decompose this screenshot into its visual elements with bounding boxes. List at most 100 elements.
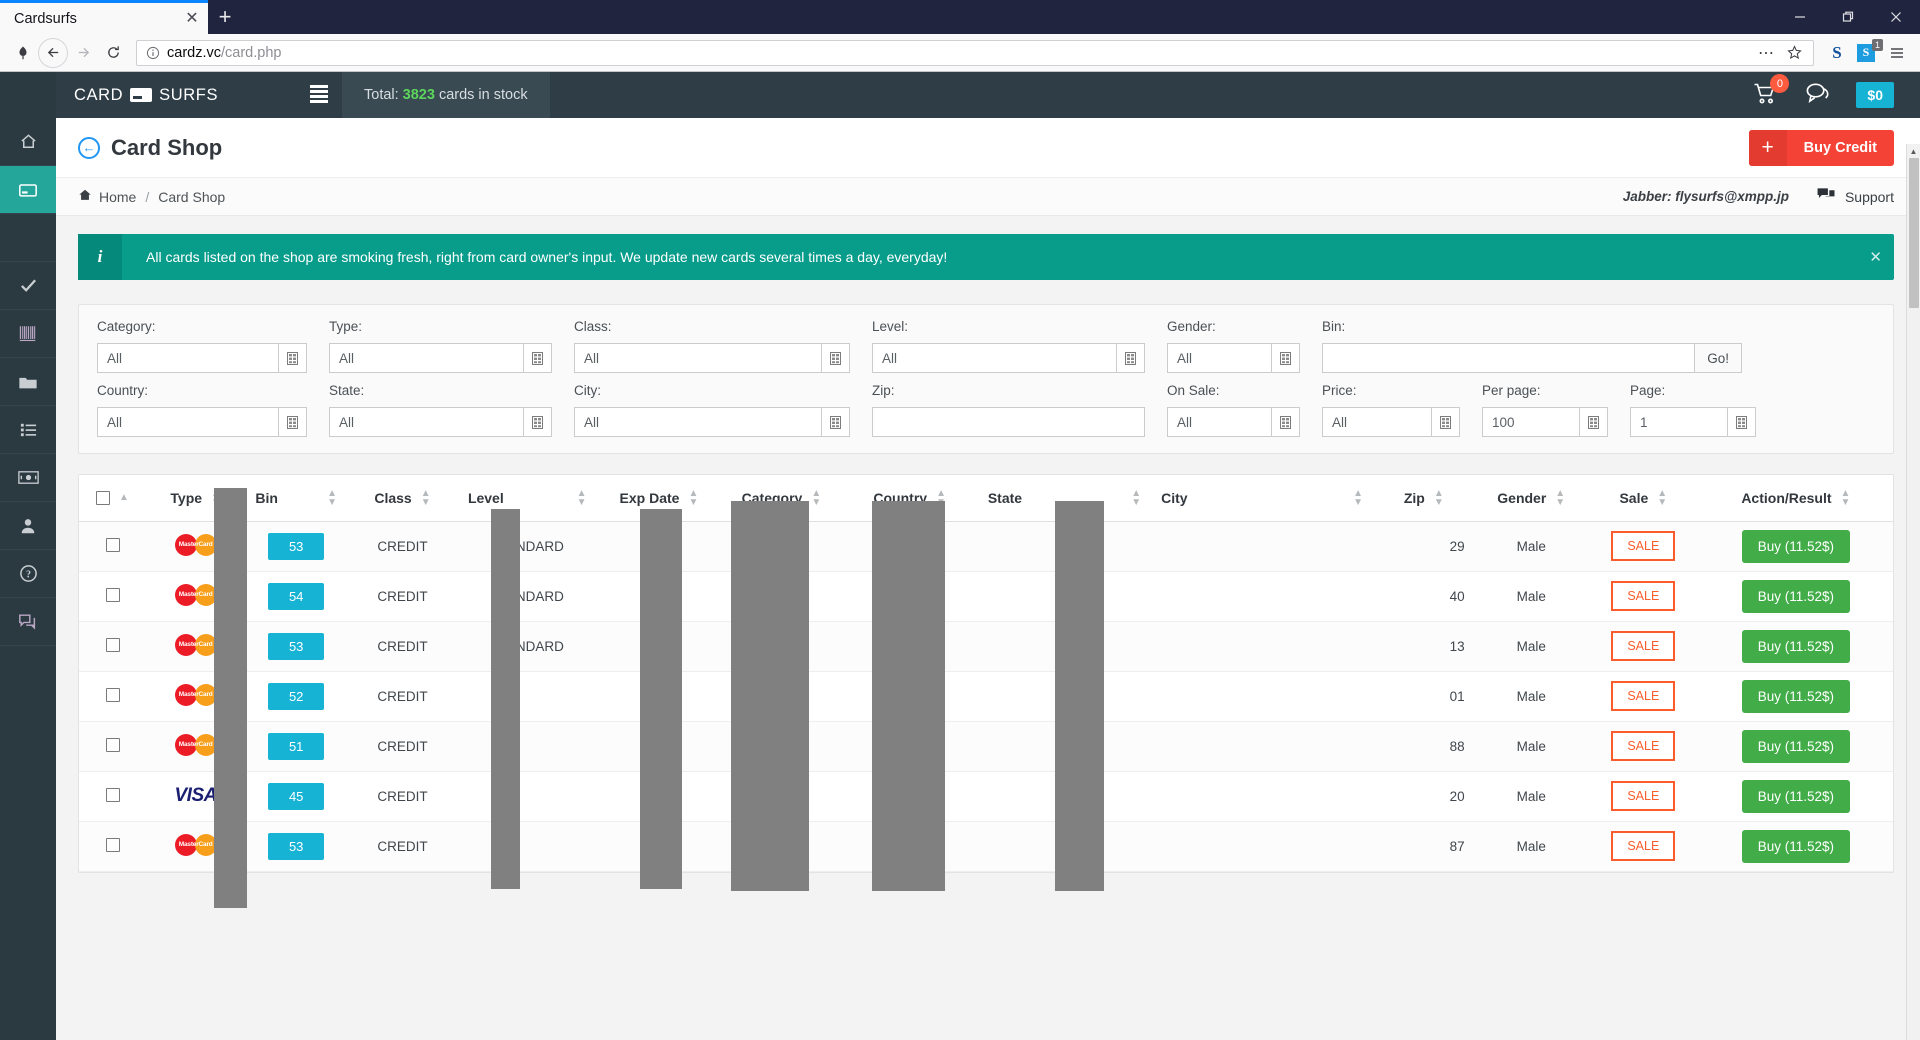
th-class[interactable]: Class▲▼ [347, 475, 458, 521]
filter-bin-input[interactable] [1322, 343, 1695, 373]
th-type[interactable]: Type▲▼ [146, 475, 245, 521]
sidebar-item-checker[interactable] [0, 262, 56, 310]
buy-button[interactable]: Buy (11.52$) [1742, 780, 1850, 813]
row-select-cell[interactable] [79, 671, 146, 721]
sidebar-item-account[interactable] [0, 502, 56, 550]
select-all-checkbox[interactable] [96, 491, 110, 505]
row-select-cell[interactable] [79, 721, 146, 771]
browser-reload-button[interactable] [98, 38, 128, 68]
cell-action[interactable]: Buy (11.52$) [1699, 671, 1893, 721]
sidebar-item-dumps[interactable] [0, 358, 56, 406]
th-city[interactable]: City▲▼ [1151, 475, 1373, 521]
th-country[interactable]: Country▲▼ [842, 475, 978, 521]
shopping-cart-icon[interactable]: 0 [1753, 82, 1779, 108]
th-gender[interactable]: Gender▲▼ [1475, 475, 1588, 521]
buy-credit-button[interactable]: + Buy Credit [1749, 130, 1894, 166]
th-action[interactable]: Action/Result▲▼ [1699, 475, 1893, 521]
row-checkbox[interactable] [106, 788, 120, 802]
th-select-all[interactable]: ▲ [79, 475, 146, 521]
sidebar-item-cards[interactable] [0, 166, 56, 214]
filter-state-input[interactable]: All [329, 407, 524, 437]
cell-action[interactable]: Buy (11.52$) [1699, 571, 1893, 621]
filter-gender-dropdown-icon[interactable] [1272, 343, 1300, 373]
filter-page-input[interactable]: 1 [1630, 407, 1728, 437]
back-arrow-circle-icon[interactable]: ← [78, 137, 100, 159]
window-close-icon[interactable] [1872, 0, 1920, 34]
th-state[interactable]: State▲▼ [978, 475, 1151, 521]
filter-perpage-input[interactable]: 100 [1482, 407, 1580, 437]
table-row[interactable]: MasterCard53CREDIT08/20CVV87MaleSALEBuy … [79, 821, 1893, 871]
th-sale[interactable]: Sale▲▼ [1588, 475, 1699, 521]
extension-s-icon[interactable]: S [1822, 38, 1852, 68]
filter-class-input[interactable]: All [574, 343, 822, 373]
row-checkbox[interactable] [106, 688, 120, 702]
sort-arrows-icon[interactable]: ▲▼ [688, 489, 698, 507]
bookmark-star-icon[interactable] [1781, 40, 1807, 66]
app-brand[interactable]: CARD SURFS [56, 86, 296, 105]
filter-zip-input[interactable] [872, 407, 1145, 437]
scroll-up-arrow-icon[interactable]: ▲ [1907, 144, 1920, 158]
filter-category-dropdown-icon[interactable] [279, 343, 307, 373]
sidebar-item-billing[interactable] [0, 454, 56, 502]
sort-arrows-icon[interactable]: ▲▼ [421, 489, 431, 507]
browser-menu-icon[interactable] [1882, 38, 1912, 68]
scrollbar-thumb[interactable] [1909, 158, 1919, 308]
page-actions-ellipsis-icon[interactable]: ⋯ [1753, 40, 1779, 66]
filter-level-dropdown-icon[interactable] [1117, 343, 1145, 373]
filter-country-input[interactable]: All [97, 407, 279, 437]
chat-bubbles-icon[interactable] [1805, 82, 1830, 109]
th-level[interactable]: Level▲▼ [458, 475, 597, 521]
row-select-cell[interactable] [79, 521, 146, 571]
buy-button[interactable]: Buy (11.52$) [1742, 680, 1850, 713]
row-checkbox[interactable] [106, 838, 120, 852]
filter-gender-input[interactable]: All [1167, 343, 1272, 373]
window-maximize-icon[interactable] [1824, 0, 1872, 34]
filter-onsale-dropdown-icon[interactable] [1272, 407, 1300, 437]
sidebar-item-help[interactable]: ? [0, 550, 56, 598]
table-row[interactable]: MasterCard53CREDITSTANDARD04/20CVV13Male… [79, 621, 1893, 671]
menu-toggle-hamburger-icon[interactable] [296, 85, 342, 105]
filter-type-dropdown-icon[interactable] [524, 343, 552, 373]
row-select-cell[interactable] [79, 771, 146, 821]
sort-arrows-icon[interactable]: ▲▼ [1434, 489, 1444, 507]
table-row[interactable]: MasterCard54CREDITSTANDARD03/20CVV40Male… [79, 571, 1893, 621]
buy-button[interactable]: Buy (11.52$) [1742, 830, 1850, 863]
tab-close-icon[interactable]: ✕ [182, 9, 202, 29]
row-checkbox[interactable] [106, 638, 120, 652]
filter-onsale-input[interactable]: All [1167, 407, 1272, 437]
sidebar-item-blank[interactable] [0, 214, 56, 262]
sort-arrows-icon[interactable]: ▲ [119, 493, 129, 502]
th-bin[interactable]: Bin▲▼ [245, 475, 347, 521]
tracking-protection-icon[interactable] [8, 38, 38, 68]
row-checkbox[interactable] [106, 538, 120, 552]
row-select-cell[interactable] [79, 821, 146, 871]
sort-arrows-icon[interactable]: ▲▼ [327, 489, 337, 507]
filter-price-dropdown-icon[interactable] [1432, 407, 1460, 437]
filter-price-input[interactable]: All [1322, 407, 1432, 437]
info-banner-close-icon[interactable]: ✕ [1869, 248, 1882, 266]
table-row[interactable]: MasterCard51CREDIT09/20CVV88MaleSALEBuy … [79, 721, 1893, 771]
url-bar[interactable]: cardz.vc/card.php ⋯ [136, 40, 1814, 66]
buy-button[interactable]: Buy (11.52$) [1742, 730, 1850, 763]
filter-city-dropdown-icon[interactable] [822, 407, 850, 437]
table-row[interactable]: MasterCard53CREDITSTANDARD05/20CVV29Male… [79, 521, 1893, 571]
sort-arrows-icon[interactable]: ▲▼ [936, 489, 946, 507]
row-checkbox[interactable] [106, 738, 120, 752]
row-checkbox[interactable] [106, 588, 120, 602]
sort-arrows-icon[interactable]: ▲▼ [1657, 489, 1667, 507]
sort-arrows-icon[interactable]: ▲▼ [1353, 489, 1363, 507]
cell-action[interactable]: Buy (11.52$) [1699, 821, 1893, 871]
breadcrumb-home[interactable]: Home [78, 188, 136, 205]
sort-arrows-icon[interactable]: ▲▼ [811, 489, 821, 507]
filter-country-dropdown-icon[interactable] [279, 407, 307, 437]
window-minimize-icon[interactable] [1776, 0, 1824, 34]
bin-go-button[interactable]: Go! [1695, 343, 1742, 373]
buy-button[interactable]: Buy (11.52$) [1742, 580, 1850, 613]
sort-arrows-icon[interactable]: ▲▼ [1555, 489, 1565, 507]
sidebar-item-barcode[interactable] [0, 310, 56, 358]
sort-arrows-icon[interactable]: ▲▼ [577, 489, 587, 507]
browser-tab[interactable]: Cardsurfs ✕ [0, 0, 208, 34]
sort-arrows-icon[interactable]: ▲▼ [211, 489, 221, 507]
cell-action[interactable]: Buy (11.52$) [1699, 521, 1893, 571]
sort-arrows-icon[interactable]: ▲▼ [1131, 489, 1141, 507]
